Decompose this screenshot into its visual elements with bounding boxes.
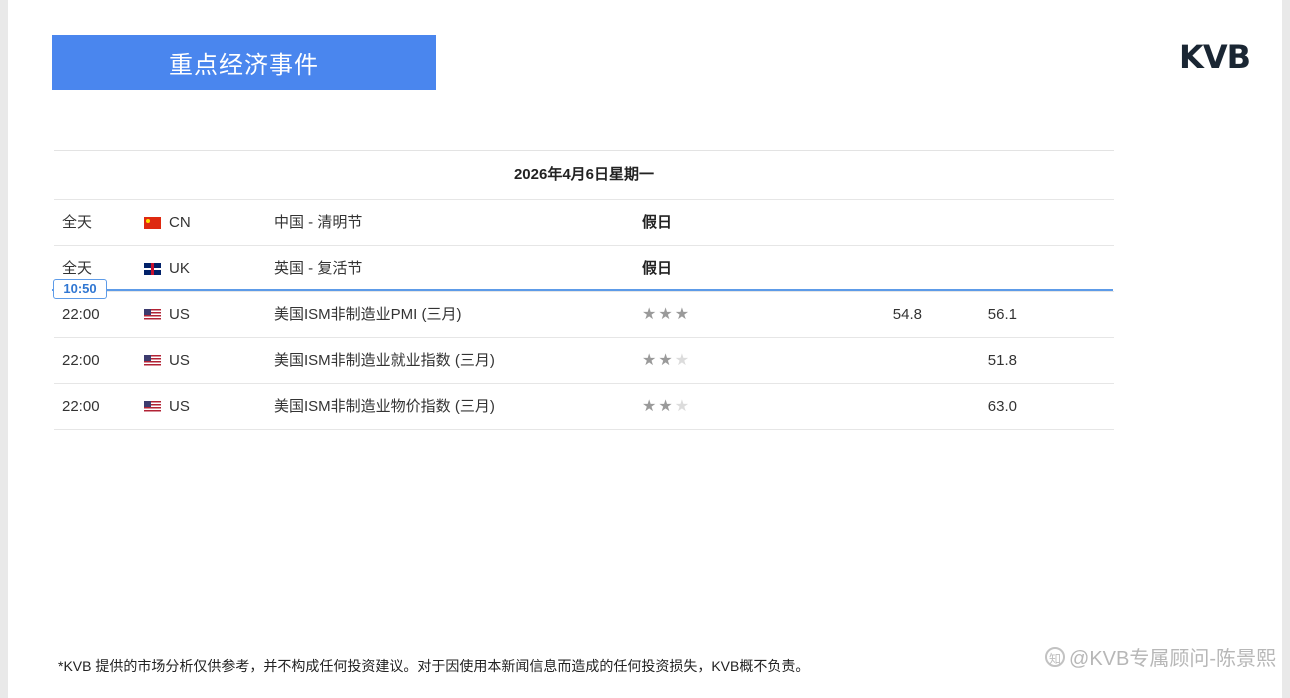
event-country: US <box>144 292 190 337</box>
us-flag-icon <box>144 354 161 367</box>
watermark: 知 @KVB专属顾问-陈景熙 <box>1045 642 1276 671</box>
event-time: 22:00 <box>62 352 100 369</box>
star-filled-icon: ★ <box>658 306 673 323</box>
event-country: US <box>144 338 190 383</box>
star-filled-icon: ★ <box>658 398 673 415</box>
country-code: US <box>169 352 190 369</box>
star-filled-icon: ★ <box>642 306 657 323</box>
star-filled-icon: ★ <box>642 398 657 415</box>
star-filled-icon: ★ <box>658 352 673 369</box>
table-row: 全天 CN 中国 - 清明节 假日 <box>54 200 1114 246</box>
event-name: 美国ISM非制造业就业指数 (三月) <box>274 352 495 369</box>
current-time-marker: 10:50 <box>53 279 107 299</box>
previous-value: 54.8 <box>892 306 922 323</box>
country-code: US <box>169 306 190 323</box>
forecast-value: 63.0 <box>987 398 1017 415</box>
event-name: 英国 - 复活节 <box>274 260 363 277</box>
importance-stars: ★ ★ ★ <box>642 384 689 429</box>
event-name: 美国ISM非制造业物价指数 (三月) <box>274 398 495 415</box>
table-row: 全天 UK 英国 - 复活节 假日 <box>54 246 1114 292</box>
star-empty-icon: ★ <box>674 352 690 369</box>
event-time: 22:00 <box>62 398 100 415</box>
report-sheet: 重点经济事件 KVB 2026年4月6日星期一 全天 CN 中国 - 清明节 假… <box>8 0 1282 698</box>
us-flag-icon <box>144 400 161 413</box>
event-name: 美国ISM非制造业PMI (三月) <box>274 306 462 323</box>
country-code: UK <box>169 260 190 277</box>
event-name: 中国 - 清明节 <box>274 214 363 231</box>
disclaimer-text: *KVB 提供的市场分析仅供参考，并不构成任何投资建议。对于因使用本新闻信息而造… <box>58 658 810 674</box>
forecast-value: 56.1 <box>987 306 1017 323</box>
country-code: CN <box>169 214 191 231</box>
event-country: US <box>144 384 190 429</box>
us-flag-icon <box>144 308 161 321</box>
star-filled-icon: ★ <box>642 352 657 369</box>
holiday-tag: 假日 <box>642 214 673 231</box>
table-row: 22:00 US 美国ISM非制造业就业指数 (三月) ★ ★ ★ 51.8 <box>54 338 1114 384</box>
event-country: UK <box>144 246 190 291</box>
importance-stars: ★ ★ ★ <box>642 338 689 383</box>
calendar-date-header: 2026年4月6日星期一 <box>54 151 1114 200</box>
holiday-tag: 假日 <box>642 260 673 277</box>
kvb-logo: KVB <box>1179 38 1251 76</box>
forecast-value: 51.8 <box>987 352 1017 369</box>
cn-flag-icon <box>144 216 161 229</box>
country-code: US <box>169 398 190 415</box>
watermark-text: @KVB专属顾问-陈景熙 <box>1069 648 1276 670</box>
table-row: 22:00 US 美国ISM非制造业物价指数 (三月) ★ ★ ★ 63.0 <box>54 384 1114 430</box>
current-time-line <box>52 289 1113 291</box>
zhihu-logo-icon: 知 <box>1045 646 1066 667</box>
event-time: 全天 <box>62 214 93 231</box>
page-title: 重点经济事件 <box>52 35 436 90</box>
star-filled-icon: ★ <box>674 306 690 323</box>
star-empty-icon: ★ <box>674 398 690 415</box>
event-country: CN <box>144 200 191 245</box>
importance-stars: ★ ★ ★ <box>642 292 689 337</box>
table-row: 22:00 US 美国ISM非制造业PMI (三月) ★ ★ ★ 54.8 56.1 <box>54 292 1114 338</box>
uk-flag-icon <box>144 262 161 275</box>
